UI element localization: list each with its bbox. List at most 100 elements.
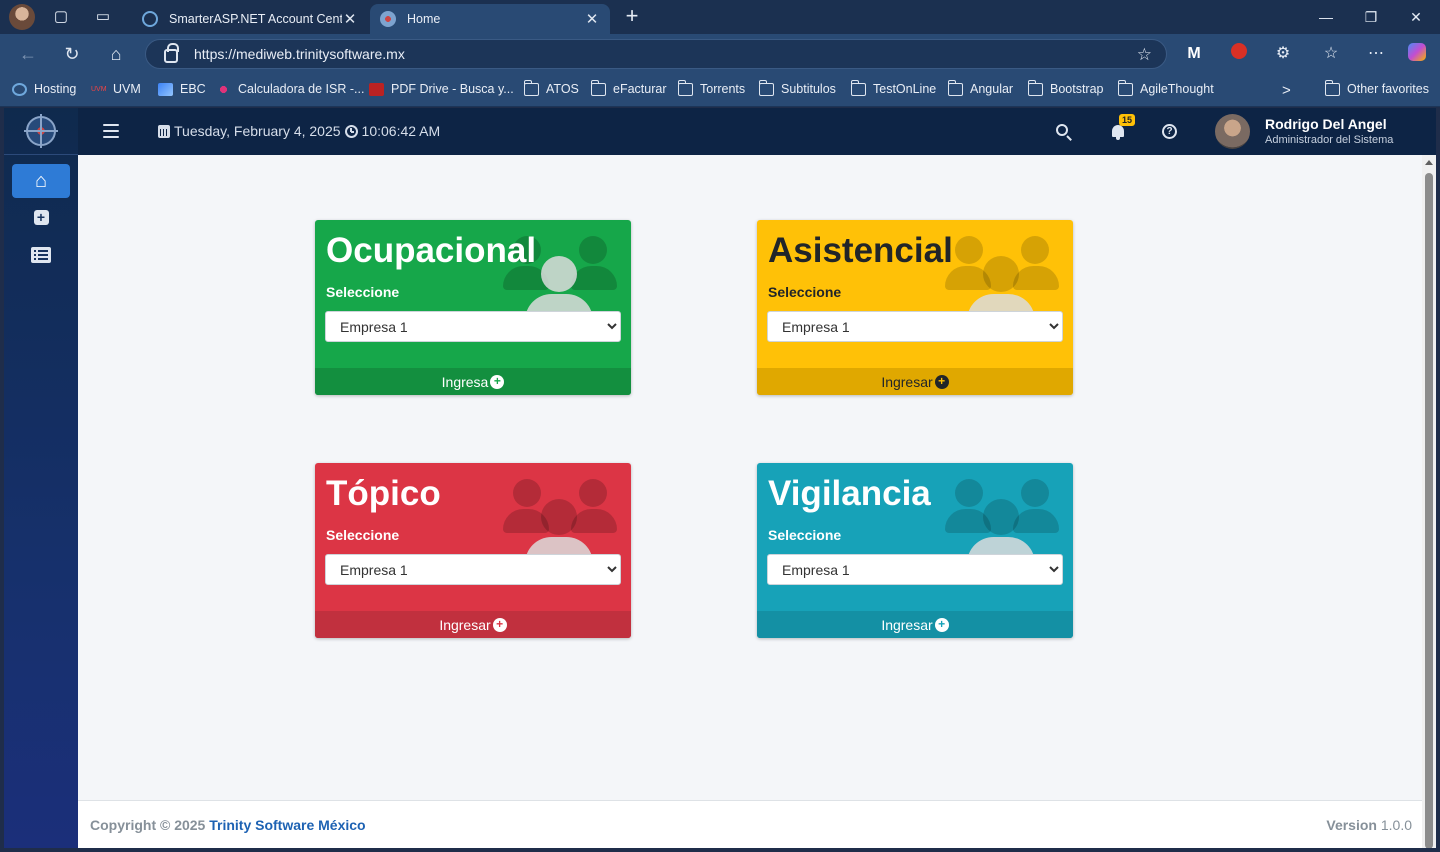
url-field[interactable]: https://mediweb.trinitysoftware.mx ☆ [145,39,1167,69]
new-tab-button[interactable]: + [620,5,644,29]
top-navbar: Tuesday, February 4, 2025 10:06:42 AM 15… [78,108,1436,155]
extensions-icon[interactable]: ⚙ [1272,43,1294,65]
card-select-label: Seleccione [768,527,842,543]
bookmark-label: PDF Drive - Busca y... [391,82,514,96]
malwarebytes-extension-icon[interactable]: M [1183,43,1205,65]
app-viewport: ⌂ + Tuesday, February 4, 2025 10:06:42 A… [4,108,1436,848]
bookmark-calculadora[interactable]: Calculadora de ISR -... [216,82,364,96]
more-menu-icon[interactable]: ⋯ [1365,43,1387,65]
current-date: Tuesday, February 4, 2025 [174,123,341,139]
notifications-badge: 15 [1119,114,1136,126]
sidebar-item-list[interactable] [12,238,70,272]
plus-square-icon: + [33,209,49,225]
clock-icon [344,124,358,138]
restore-icon[interactable]: ❐ [1356,6,1386,28]
home-icon: ⌂ [34,170,48,192]
bookmark-hosting[interactable]: Hosting [12,82,76,96]
bookmark-folder-subtitulos[interactable]: Subtitulos [758,79,836,96]
empresa-select[interactable]: Empresa 1 [767,554,1063,585]
profile-avatar[interactable] [9,4,35,30]
bookmark-label: Bootstrap [1050,82,1104,96]
page-footer: Copyright © 2025 Trinity Software México… [78,800,1422,848]
sidebar: ⌂ + [4,108,78,848]
minimize-icon[interactable]: — [1311,6,1341,28]
ingresar-link[interactable]: Ingresar + [757,368,1073,395]
ingresar-link[interactable]: Ingresa + [315,368,631,395]
tab-smarterasp[interactable]: SmarterASP.NET Account Center ✕ [132,4,368,34]
bookmark-folder-testonline[interactable]: TestOnLine [850,79,936,96]
empresa-select[interactable]: Empresa 1 [325,311,621,342]
help-button[interactable]: ? [1160,122,1180,142]
bookmark-ebc[interactable]: EBC [158,82,206,96]
bookmark-uvm[interactable]: UVM UVM [91,82,141,96]
bookmark-other-favorites[interactable]: Other favorites [1324,79,1429,96]
card-title: Tópico [326,474,441,513]
tab-home[interactable]: Home ✕ [370,4,610,34]
close-window-icon[interactable]: ✕ [1401,6,1431,28]
hamburger-menu-icon[interactable] [103,124,119,138]
search-button[interactable] [1054,122,1074,142]
bookmark-folder-angular[interactable]: Angular [947,79,1014,96]
calculadora-icon [216,82,231,96]
tab-close-icon[interactable]: ✕ [584,10,600,28]
bookmark-label: eFacturar [613,82,667,96]
brand-link[interactable]: Trinity Software México [209,817,365,833]
question-icon: ? [1162,124,1177,139]
lock-icon[interactable] [164,43,179,63]
empresa-select[interactable]: Empresa 1 [767,311,1063,342]
copilot-icon[interactable] [1406,43,1428,65]
smarterasp-favicon-icon [142,11,158,27]
card-title: Ocupacional [326,231,537,270]
folder-icon [1324,79,1340,96]
bookmarks-overflow-chevron-icon[interactable]: > [1282,82,1291,99]
copyright-prefix: Copyright © 2025 [90,817,206,833]
card-select-label: Seleccione [768,284,842,300]
card-select-label: Seleccione [326,284,400,300]
user-name[interactable]: Rodrigo Del Angel [1265,116,1387,132]
card-topico: Tópico Seleccione Empresa 1 Ingresar + [315,463,631,638]
app-logo-icon[interactable] [24,114,58,148]
bookmark-label: Calculadora de ISR -... [238,82,365,96]
user-avatar[interactable] [1215,114,1250,149]
back-icon[interactable]: ← [16,43,40,65]
home-icon[interactable]: ⌂ [104,43,128,65]
workspaces-icon[interactable]: ▢ [50,6,72,28]
ingresar-label: Ingresar [881,616,933,633]
tab-actions-icon[interactable]: ▭ [92,6,114,28]
scrollbar-thumb[interactable] [1425,173,1433,848]
favorites-icon[interactable]: ☆ [1320,43,1342,65]
version-label: Version [1326,817,1377,833]
card-ocupacional: Ocupacional Seleccione Empresa 1 Ingresa… [315,220,631,395]
tab-close-icon[interactable]: ✕ [342,10,358,28]
bookmark-folder-bootstrap[interactable]: Bootstrap [1027,79,1104,96]
sidebar-item-add[interactable]: + [12,200,70,234]
ingresar-link[interactable]: Ingresar + [315,611,631,638]
empresa-select[interactable]: Empresa 1 [325,554,621,585]
card-title: Asistencial [768,231,953,270]
bookmark-pdfdrive[interactable]: PDF Drive - Busca y... [369,82,514,96]
card-asistencial: Asistencial Seleccione Empresa 1 Ingresa… [757,220,1073,395]
adblock-extension-icon[interactable] [1228,43,1250,65]
address-toolbar: ← ↻ ⌂ https://mediweb.trinitysoftware.mx… [0,34,1440,74]
pdfdrive-icon [369,82,384,96]
sidebar-item-home[interactable]: ⌂ [12,164,70,198]
hosting-icon [12,82,27,96]
bookmark-folder-atos[interactable]: ATOS [523,79,579,96]
tab-title: Home [407,12,441,26]
bookmark-label: Hosting [34,82,77,96]
bookmark-folder-agilethought[interactable]: AgileThought [1117,79,1214,96]
vertical-scrollbar[interactable] [1422,155,1436,848]
bookmark-label: Angular [970,82,1014,96]
refresh-icon[interactable]: ↻ [60,43,84,65]
scroll-up-arrow-icon[interactable] [1425,160,1433,165]
notifications-button[interactable]: 15 [1108,114,1136,142]
bookmark-folder-torrents[interactable]: Torrents [677,79,745,96]
bookmark-folder-efacturar[interactable]: eFacturar [590,79,667,96]
card-vigilancia: Vigilancia Seleccione Empresa 1 Ingresar… [757,463,1073,638]
sidebar-divider [4,154,78,155]
ingresar-link[interactable]: Ingresar + [757,611,1073,638]
favorite-star-icon[interactable]: ☆ [1137,45,1152,65]
folder-icon [850,79,866,96]
search-icon [1056,124,1068,136]
folder-icon [947,79,963,96]
